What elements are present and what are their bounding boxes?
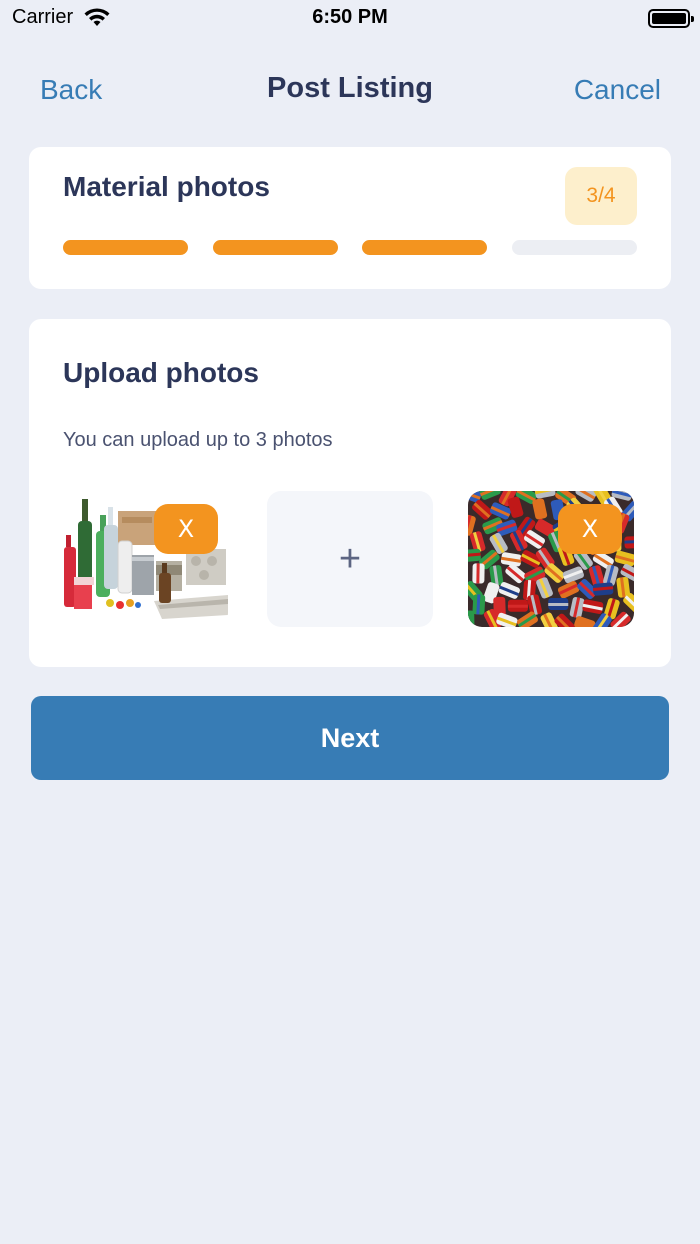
remove-photo-3-button[interactable]: X (558, 504, 622, 554)
upload-title: Upload photos (63, 357, 259, 388)
add-photo-button[interactable]: + (267, 491, 433, 627)
photo-slot-3[interactable]: X (468, 491, 634, 627)
photo-slot-1[interactable]: X (62, 491, 228, 627)
step-title: Material photos (63, 171, 270, 202)
status-bar: Carrier 6:50 PM (0, 0, 700, 40)
progress-segment-1 (63, 240, 188, 255)
cancel-button[interactable]: Cancel (574, 74, 661, 106)
progress-segment-3 (362, 240, 488, 255)
navigation-bar: Back Post Listing Cancel (0, 64, 700, 116)
plus-icon: + (338, 538, 362, 580)
remove-photo-1-button[interactable]: X (154, 504, 218, 554)
upload-hint: You can upload up to 3 photos (63, 429, 333, 451)
next-button[interactable]: Next (31, 696, 669, 780)
upload-card: Upload photos You can upload up to 3 pho… (29, 319, 671, 667)
progress-bar (63, 240, 637, 255)
progress-segment-4 (511, 240, 637, 255)
close-icon: X (581, 515, 599, 543)
clock: 6:50 PM (312, 6, 388, 28)
battery-icon (648, 9, 694, 28)
progress-segment-2 (212, 240, 338, 255)
step-badge: 3/4 (565, 167, 637, 225)
close-icon: X (177, 515, 195, 543)
progress-card: Material photos 3/4 (29, 147, 671, 289)
